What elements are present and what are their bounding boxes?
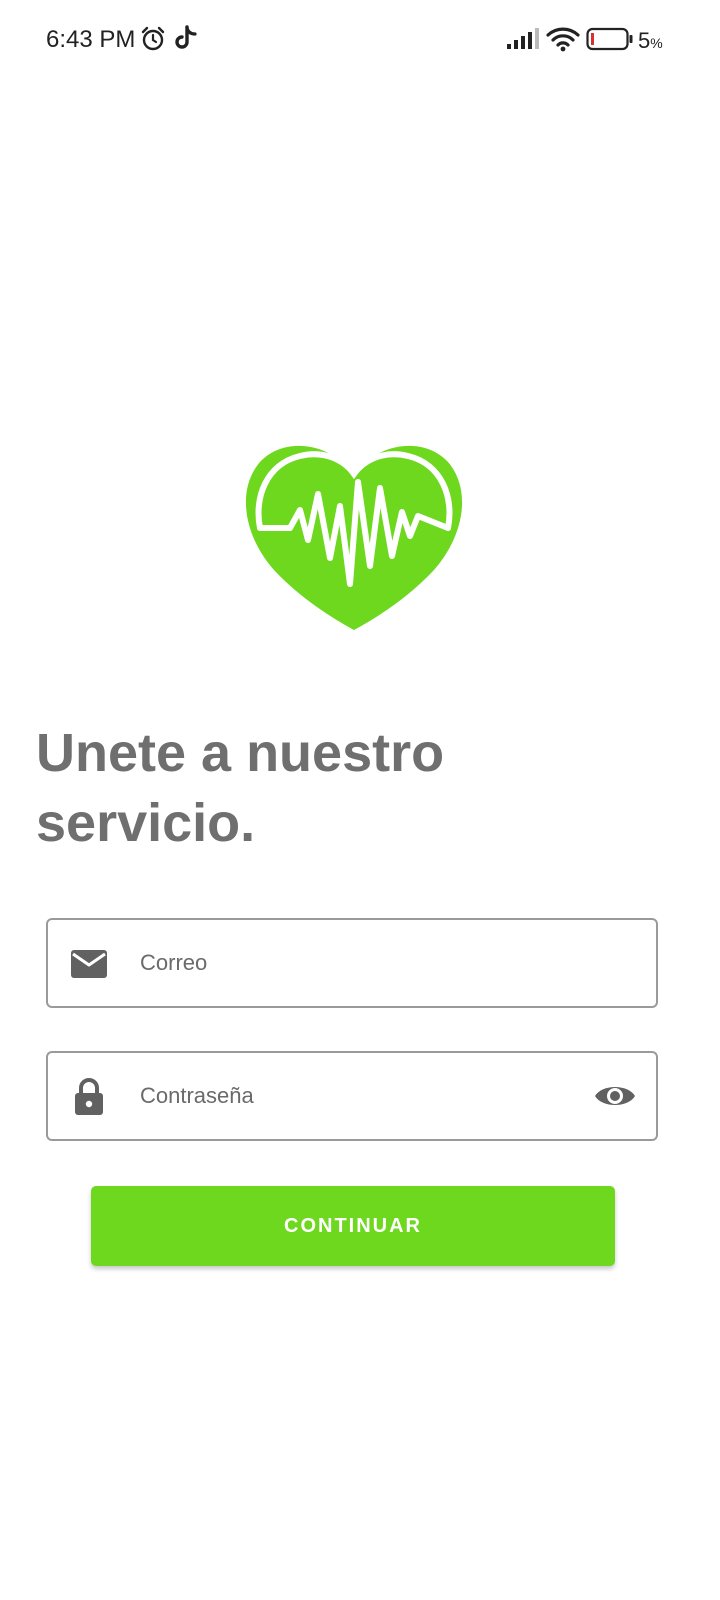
heart-pulse-icon (245, 445, 463, 630)
tiktok-icon (175, 25, 197, 49)
alarm-icon (141, 26, 165, 51)
eye-icon[interactable] (594, 1081, 636, 1111)
login-screen: 6:43 PM 5% Unete a nuestro servicio. Cor… (0, 0, 720, 1600)
email-input[interactable] (140, 920, 580, 1006)
status-time: 6:43 PM (46, 26, 136, 53)
battery-percent: 5% (638, 28, 663, 53)
password-field[interactable] (46, 1051, 658, 1141)
wifi-icon (546, 27, 580, 52)
signal-icon (507, 28, 539, 49)
mail-icon (71, 950, 107, 978)
email-field[interactable] (46, 918, 658, 1008)
lock-icon (75, 1078, 103, 1115)
battery-icon (586, 27, 633, 51)
status-bar: 6:43 PM 5% (0, 0, 720, 80)
password-input[interactable] (140, 1053, 580, 1139)
page-title: Unete a nuestro servicio. (36, 723, 445, 853)
continue-button[interactable]: CONTINUAR (91, 1186, 615, 1266)
